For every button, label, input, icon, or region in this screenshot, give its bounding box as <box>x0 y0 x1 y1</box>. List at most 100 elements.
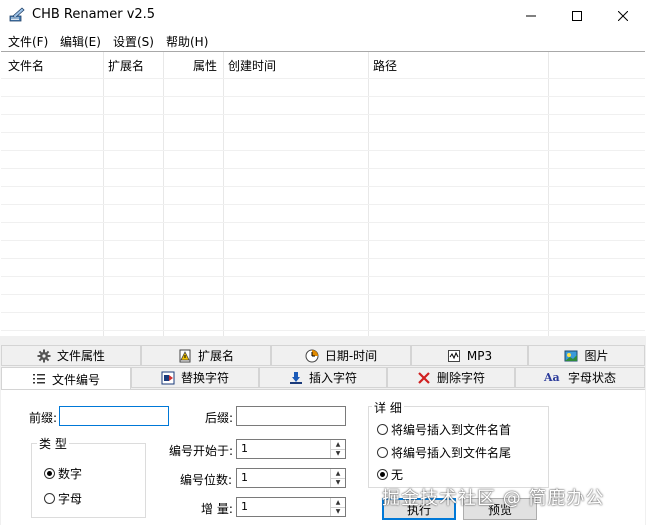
minimize-icon <box>526 15 536 16</box>
tab-datetime[interactable]: 日期-时间 <box>271 345 411 366</box>
radio-unchecked-icon <box>44 493 55 504</box>
close-button[interactable] <box>600 0 646 31</box>
start-stepper[interactable]: 1 ▲ ▼ <box>236 439 346 459</box>
tab-replace-chars[interactable]: 替换字符 <box>131 367 259 388</box>
grid-row-line <box>1 330 645 331</box>
menu-settings[interactable]: 设置(S) <box>113 33 154 50</box>
digits-value: 1 <box>241 471 248 484</box>
menu-edit[interactable]: 编辑(E) <box>60 33 101 50</box>
prefix-input[interactable] <box>59 406 169 426</box>
stepper-arrows: ▲ ▼ <box>330 440 345 458</box>
maximize-icon <box>572 10 582 21</box>
radio-checked-icon <box>44 468 55 479</box>
tab-extension[interactable]: 扩展名 <box>141 345 271 366</box>
tab-label: 图片 <box>584 349 609 363</box>
grid-row-line <box>1 222 645 223</box>
type-radio-letter[interactable]: 字母 <box>44 490 82 507</box>
tab-mp3[interactable]: MP3 <box>411 345 528 366</box>
picture-icon <box>564 349 578 363</box>
tab-label: 文件编号 <box>51 372 100 387</box>
grid-row-line <box>1 294 645 295</box>
grid-row-line <box>1 240 645 241</box>
title-bar: CHB Renamer v2.5 <box>0 0 646 31</box>
tab-file-numbering[interactable]: 文件编号 <box>1 367 131 390</box>
close-icon <box>618 10 628 21</box>
type-radio-number[interactable]: 数字 <box>44 465 82 482</box>
tab-label: 文件属性 <box>56 349 105 363</box>
grid-row-line <box>1 204 645 205</box>
step-label: 增 量: <box>201 502 233 516</box>
tab-letter-case[interactable]: Aa 字母状态 <box>515 367 645 388</box>
grid-row-line <box>1 276 645 277</box>
step-stepper[interactable]: 1 ▲ ▼ <box>236 497 346 517</box>
radio-label: 将编号插入到文件名首 <box>391 423 512 437</box>
grid-row-line <box>1 312 645 313</box>
tab-delete-chars[interactable]: 删除字符 <box>387 367 515 388</box>
tab-picture[interactable]: 图片 <box>528 345 645 366</box>
radio-unchecked-icon <box>377 447 388 458</box>
stepper-arrows: ▲ ▼ <box>330 469 345 487</box>
delete-x-icon <box>417 371 431 385</box>
detail-group-title: 详 细 <box>372 399 404 416</box>
radio-label: 字母 <box>58 492 83 506</box>
replace-icon <box>161 371 175 385</box>
minimize-button[interactable] <box>508 0 554 31</box>
digits-stepper[interactable]: 1 ▲ ▼ <box>236 468 346 488</box>
menu-file[interactable]: 文件(F) <box>8 33 48 50</box>
tab-label: 日期-时间 <box>324 349 378 363</box>
menu-help[interactable]: 帮助(H) <box>166 33 208 50</box>
stepper-down-icon[interactable]: ▼ <box>331 478 345 487</box>
radio-label: 无 <box>391 468 404 482</box>
radio-checked-icon <box>377 469 388 480</box>
grid-row-line <box>1 132 645 133</box>
tab-label: 扩展名 <box>197 349 234 363</box>
start-value: 1 <box>241 442 248 455</box>
tab-label: 字母状态 <box>567 371 616 385</box>
grid-row-line <box>1 258 645 259</box>
watermark-text: 掘金技术社区 @ 简鹿办公 <box>382 488 605 509</box>
grid-row-line <box>1 96 645 97</box>
column-filename[interactable]: 文件名 <box>8 57 44 74</box>
digits-label: 编号位数: <box>180 473 233 487</box>
step-value: 1 <box>241 500 248 513</box>
suffix-label: 后缀: <box>205 411 234 425</box>
radio-label: 将编号插入到文件名尾 <box>391 446 512 460</box>
radio-label: 数字 <box>58 467 83 481</box>
stepper-down-icon[interactable]: ▼ <box>331 507 345 516</box>
grid-row-line <box>1 150 645 151</box>
window-title: CHB Renamer v2.5 <box>32 7 156 22</box>
grid-row-line <box>1 78 645 79</box>
column-created[interactable]: 创建时间 <box>228 57 276 74</box>
column-extension[interactable]: 扩展名 <box>108 57 144 74</box>
stepper-down-icon[interactable]: ▼ <box>331 449 345 458</box>
start-label: 编号开始于: <box>169 444 234 458</box>
detail-radio-none[interactable]: 无 <box>377 466 403 483</box>
tab-label: 插入字符 <box>308 371 357 385</box>
clock-icon <box>305 349 319 363</box>
warning-doc-icon <box>178 349 192 363</box>
gear-icon <box>37 349 51 363</box>
maximize-button[interactable] <box>554 0 600 31</box>
detail-radio-start[interactable]: 将编号插入到文件名首 <box>377 421 511 438</box>
prefix-label: 前缀: <box>29 411 58 425</box>
tab-label: MP3 <box>466 348 493 363</box>
tab-insert-chars[interactable]: 插入字符 <box>259 367 387 388</box>
tab-label: 删除字符 <box>436 371 485 385</box>
pencil-app-icon <box>9 7 25 23</box>
audio-file-icon <box>447 349 461 363</box>
column-attributes[interactable]: 属性 <box>193 57 217 74</box>
type-group-title: 类 型 <box>37 435 69 452</box>
grid-row-line <box>1 114 645 115</box>
file-list[interactable]: 文件名 扩展名 属性 创建时间 路径 <box>1 51 645 337</box>
insert-icon <box>289 371 303 385</box>
stepper-arrows: ▲ ▼ <box>330 498 345 516</box>
radio-unchecked-icon <box>377 424 388 435</box>
column-path[interactable]: 路径 <box>373 57 397 74</box>
grid-row-line <box>1 186 645 187</box>
detail-radio-end[interactable]: 将编号插入到文件名尾 <box>377 444 511 461</box>
tab-label: 替换字符 <box>180 371 229 385</box>
suffix-input[interactable] <box>236 406 346 426</box>
grid-row-line <box>1 168 645 169</box>
list-icon <box>32 372 46 386</box>
tab-file-attributes[interactable]: 文件属性 <box>1 345 141 366</box>
